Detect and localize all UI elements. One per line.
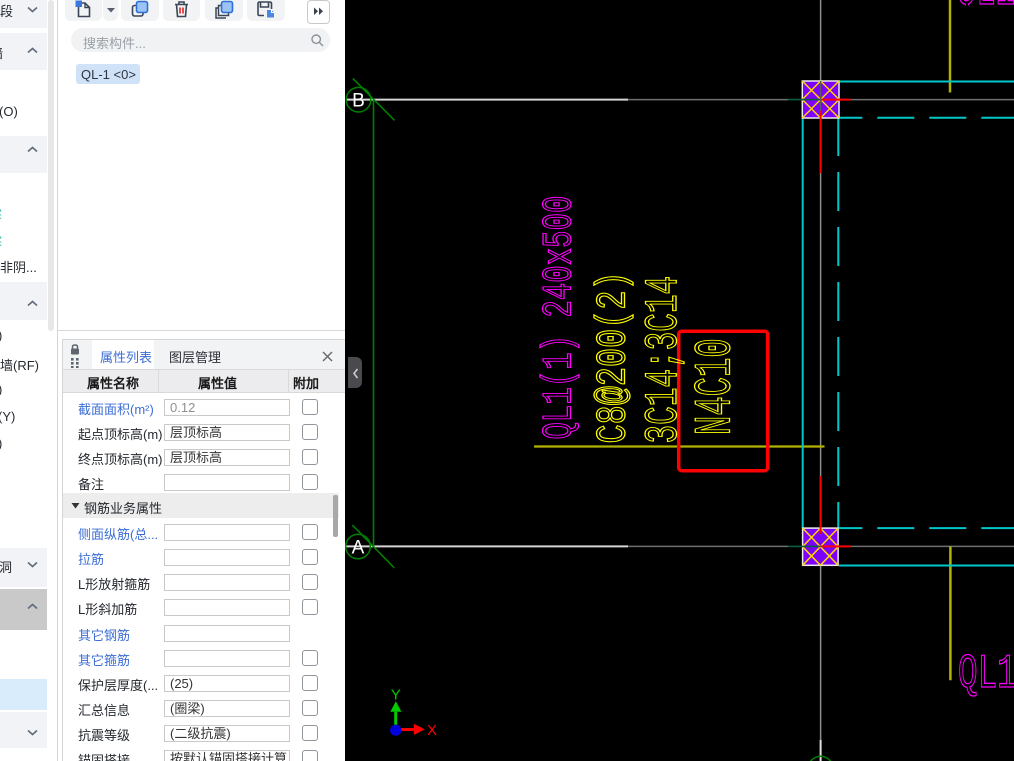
svg-text:X: X	[427, 722, 437, 739]
svg-text:A: A	[352, 538, 365, 559]
svg-text:3C14;3C14: 3C14;3C14	[637, 276, 690, 444]
svg-text:QL1(1) 240x500: QL1(1) 240x500	[536, 196, 584, 440]
svg-text:N4C10: N4C10	[686, 338, 745, 435]
svg-text:QL1: QL1	[958, 648, 1014, 702]
svg-text:B: B	[352, 91, 365, 112]
svg-text:QL1: QL1	[957, 0, 1014, 19]
svg-text:Y: Y	[391, 687, 401, 704]
svg-text:C8@200(2): C8@200(2)	[591, 271, 638, 443]
